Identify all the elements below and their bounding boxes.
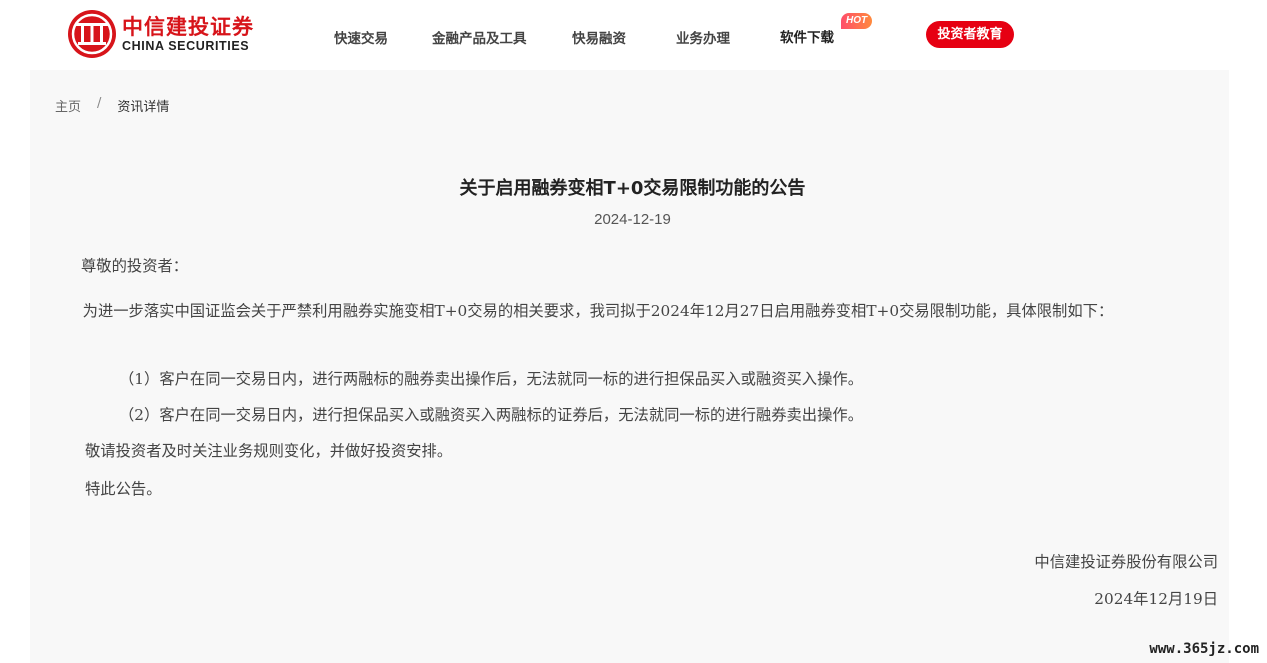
site-logo[interactable]: 中信建投证券 CHINA SECURITIES <box>68 10 254 58</box>
investor-education-button[interactable]: 投资者教育 <box>926 21 1014 48</box>
top-header: 中信建投证券 CHINA SECURITIES 快速交易 金融产品及工具 快易融… <box>0 0 1267 70</box>
hot-badge: HOT <box>841 13 873 29</box>
nav-financial-products[interactable]: 金融产品及工具 <box>432 27 527 47</box>
article-date: 2024-12-19 <box>594 211 671 228</box>
nav-business-handling[interactable]: 业务办理 <box>676 27 730 47</box>
nav-quick-trade[interactable]: 快速交易 <box>334 27 388 47</box>
logo-emblem-icon <box>68 10 116 58</box>
logo-chinese-name: 中信建投证券 <box>122 15 254 39</box>
article-closing: 特此公告。 <box>85 480 162 498</box>
logo-english-name: CHINA SECURITIES <box>122 39 250 53</box>
site-watermark: www.365jz.com <box>1149 641 1259 657</box>
article-reminder: 敬请投资者及时关注业务规则变化，并做好投资安排。 <box>85 442 453 460</box>
breadcrumb: 主页 / 资讯详情 <box>55 96 169 115</box>
signature-date: 2024年12月19日 <box>1094 590 1218 608</box>
breadcrumb-home-link[interactable]: 主页 <box>55 96 81 115</box>
restriction-item-2: （2）客户在同一交易日内，进行担保品买入或融资买入两融标的证券后，无法就同一标的… <box>119 406 863 424</box>
article-container: 主页 / 资讯详情 关于启用融券变相T+0交易限制功能的公告 2024-12-1… <box>30 70 1229 663</box>
nav-quick-financing[interactable]: 快易融资 <box>572 27 626 47</box>
article-intro-paragraph: 为进一步落实中国证监会关于严禁利用融券实施变相T+0交易的相关要求，我司拟于20… <box>82 302 1114 320</box>
article-greeting: 尊敬的投资者： <box>81 257 189 275</box>
article-title: 关于启用融券变相T+0交易限制功能的公告 <box>459 178 806 199</box>
restriction-item-1: （1）客户在同一交易日内，进行两融标的融券卖出操作后，无法就同一标的进行担保品买… <box>119 370 863 388</box>
signature-company: 中信建投证券股份有限公司 <box>1034 553 1218 571</box>
nav-software-download[interactable]: 软件下载 <box>780 26 834 46</box>
breadcrumb-separator: / <box>97 96 102 111</box>
breadcrumb-current: 资讯详情 <box>117 100 170 115</box>
